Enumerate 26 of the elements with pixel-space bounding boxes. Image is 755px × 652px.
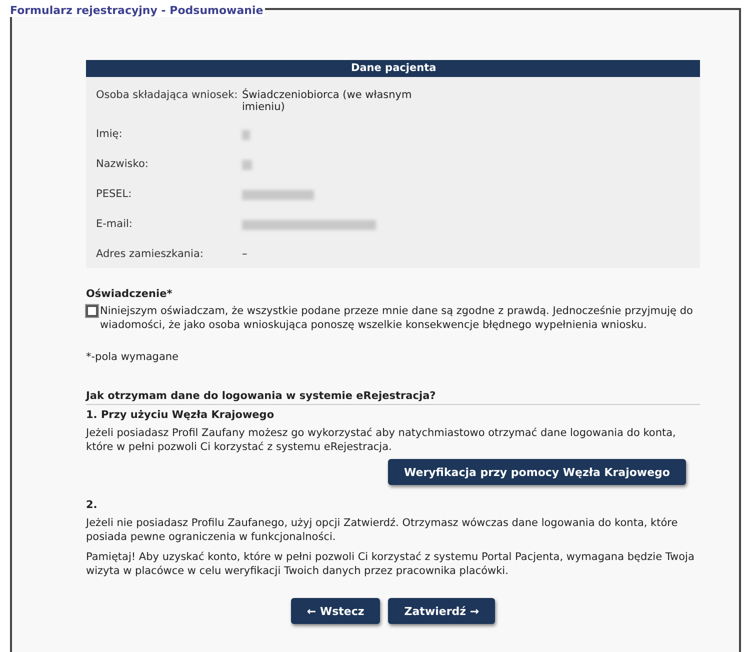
declaration-text: Niniejszym oświadczam, że wszystkie podane przeze mnie dane są zgodne z prawdą. Jednocześnie przyjmuję do wiadomości, że jako osoba wnioskująca ponoszę wszelkie konsekwencje błędnego wypełnienia wniosku. <box>100 304 694 332</box>
paragraph: Jeżeli posiadasz Profil Zaufany możesz go wykorzystać aby natychmiastowo otrzymać dane logowania do konta, które w pełni pozwoli Ci korzystać z systemu eRejestracja. <box>86 426 677 454</box>
verification-button[interactable]: Weryfikacja przy pomocy Węzła Krajowego <box>388 459 686 485</box>
panel-header: Dane pacjenta <box>86 60 700 77</box>
option-title: 1. Przy użyciu Węzła Krajowego <box>86 409 276 421</box>
section-heading: Jak otrzymam dane do logowania w systemie eRejestracja? <box>86 390 700 405</box>
checkbox[interactable] <box>86 305 98 317</box>
required-note: *-pola wymagane <box>86 350 180 364</box>
submit-button[interactable]: Zatwierdź → <box>388 598 496 624</box>
field-value: – <box>242 248 248 260</box>
field-label: Adres zamieszkania: <box>96 248 204 260</box>
field-value: Świadczeniobiorca (we własnym imieniu) <box>242 89 412 113</box>
redacted-value <box>242 190 314 200</box>
field-label: Nazwisko: <box>96 158 150 172</box>
redacted-value <box>242 160 252 170</box>
field-label: Imię: <box>96 128 124 142</box>
page-title: Formularz rejestracyjny - Podsumowanie <box>8 4 266 17</box>
declaration-title: Oświadczenie* <box>86 288 174 300</box>
paragraph: Pamiętaj! Aby uzyskać konto, które w pełni pozwoli Ci korzystać z systemu Portal Pacjenta, wymagana będzie Twoja wizyta w placówce w celu weryfikacji Twoich danych przez pracownika placówki. <box>86 550 696 578</box>
paragraph: Jeżeli nie posiadasz Profilu Zaufanego, użyj opcji Zatwierdź. Otrzymasz wówczas dane logowania do konta, które posiada pewne ograniczenia w funkcjonalności. <box>86 516 679 544</box>
redacted-value <box>242 130 250 140</box>
field-label: E-mail: <box>96 218 134 232</box>
field-label: PESEL: <box>96 188 133 202</box>
option-title: 2. <box>86 499 98 511</box>
field-label: Osoba składająca wniosek: <box>96 89 239 103</box>
back-button[interactable]: ← Wstecz <box>290 598 380 624</box>
